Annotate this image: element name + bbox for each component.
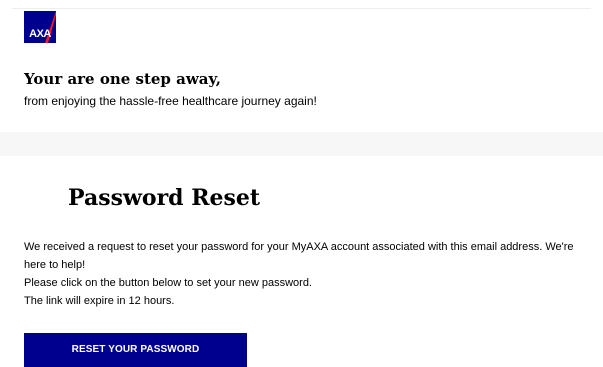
message-paragraph: We received a request to reset your pass…: [24, 241, 574, 271]
message-paragraph: Please click on the button below to set …: [24, 277, 312, 289]
axa-logo-text: AXA: [29, 28, 51, 40]
message-paragraph: The link will expire in 12 hours.: [24, 295, 175, 307]
subline: from enjoying the hassle-free healthcare…: [24, 94, 317, 108]
page-title: Password Reset: [68, 185, 261, 211]
section-divider-band: [0, 132, 603, 156]
message-body: We received a request to reset your pass…: [24, 238, 584, 310]
headline: Your are one step away,: [24, 70, 221, 88]
reset-password-button[interactable]: RESET YOUR PASSWORD: [24, 333, 247, 367]
axa-logo: AXA: [24, 11, 56, 43]
top-divider: [12, 8, 591, 9]
